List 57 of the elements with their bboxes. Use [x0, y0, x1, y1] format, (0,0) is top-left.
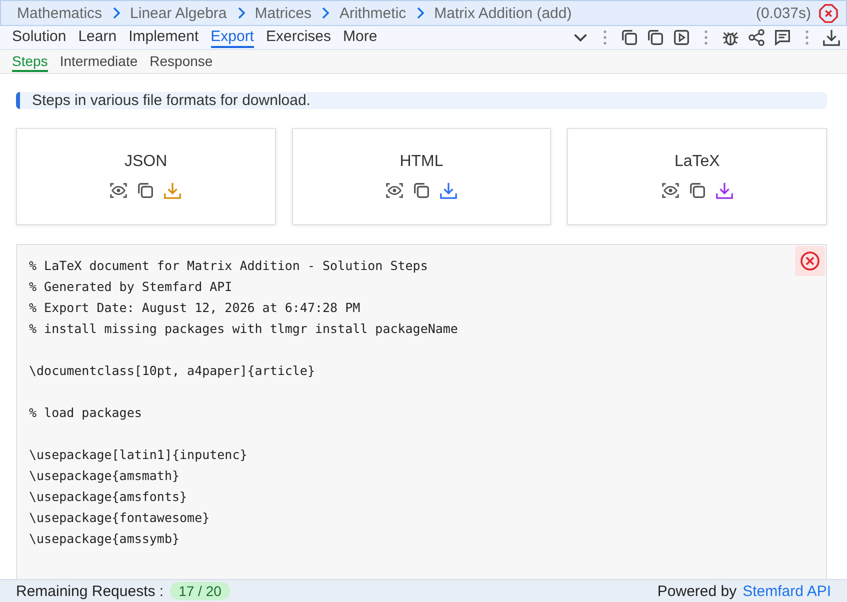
code-line: \usepackage{amsmath}	[29, 467, 181, 485]
chevron-right-icon	[111, 6, 122, 20]
copy-icon[interactable]	[646, 28, 665, 47]
chevron-right-icon	[236, 6, 246, 20]
subtab[interactable]: Intermediate	[60, 52, 138, 72]
more-vertical-icon[interactable]	[805, 28, 809, 47]
close-icon[interactable]	[795, 246, 825, 276]
powered-by-text: Powered by	[657, 582, 737, 600]
download-icon[interactable]	[439, 181, 458, 200]
breadcrumb-link[interactable]: Matrices	[254, 4, 312, 22]
eye-icon[interactable]	[385, 181, 404, 200]
code-line: % LaTeX document for Matrix Addition - Solution Steps	[29, 257, 429, 275]
format-title: LaTeX	[674, 153, 720, 171]
chevron-right-icon	[320, 6, 330, 20]
code-line: % load packages	[29, 404, 143, 422]
format-title: JSON	[124, 153, 168, 171]
subtab[interactable]: Response	[150, 52, 213, 72]
tab[interactable]: Export	[210, 27, 254, 48]
breadcrumb-link[interactable]: Matrix Addition (add)	[434, 4, 572, 22]
request-count: 17 / 20	[170, 582, 230, 600]
format-title: HTML	[400, 153, 444, 171]
copy-icon[interactable]	[136, 181, 156, 200]
code-line: \usepackage{amsfonts}	[29, 488, 188, 506]
comment-icon[interactable]	[773, 28, 792, 47]
more-vertical-icon[interactable]	[704, 28, 708, 47]
remaining-label: Remaining Requests :	[16, 582, 164, 600]
download-icon[interactable]	[714, 181, 734, 200]
eye-icon[interactable]	[660, 181, 680, 200]
eye-icon[interactable]	[109, 181, 128, 200]
info-text: Steps in various file formats for download.	[32, 92, 310, 109]
close-icon[interactable]	[819, 4, 838, 22]
breadcrumb-link[interactable]: Mathematics	[17, 4, 102, 22]
breadcrumb-link[interactable]: Linear Algebra	[130, 4, 227, 22]
copy-icon[interactable]	[620, 28, 639, 47]
copy-icon[interactable]	[412, 181, 431, 200]
tab[interactable]: Solution	[12, 27, 66, 48]
more-vertical-icon[interactable]	[603, 28, 607, 47]
code-line: \usepackage{amssymb}	[29, 530, 181, 548]
chevron-right-icon	[415, 6, 426, 20]
tab[interactable]: Learn	[78, 27, 117, 48]
play-icon[interactable]	[672, 28, 691, 47]
code-line: % Export Date: August 12, 2026 at 6:47:28 PM	[29, 299, 362, 317]
copy-icon[interactable]	[688, 181, 707, 200]
tab[interactable]: More	[343, 27, 378, 48]
breadcrumb-link[interactable]: Arithmetic	[339, 4, 406, 22]
share-icon[interactable]	[747, 28, 766, 47]
code-line: \documentclass[10pt, a4paper]{article}	[29, 362, 316, 380]
tab[interactable]: Exercises	[266, 27, 332, 48]
download-icon[interactable]	[822, 28, 841, 47]
code-line: \usepackage{fontawesome}	[29, 509, 211, 527]
response-time: (0.037s)	[756, 4, 811, 22]
tab[interactable]: Implement	[128, 27, 199, 48]
code-line: \usepackage[latin1]{inputenc}	[29, 446, 248, 464]
code-line: % Generated by Stemfard API	[29, 278, 234, 296]
subtab[interactable]: Steps	[12, 52, 48, 72]
code-line: % install missing packages with tlmgr install packageName	[29, 320, 459, 338]
api-link[interactable]: Stemfard API	[742, 582, 831, 600]
